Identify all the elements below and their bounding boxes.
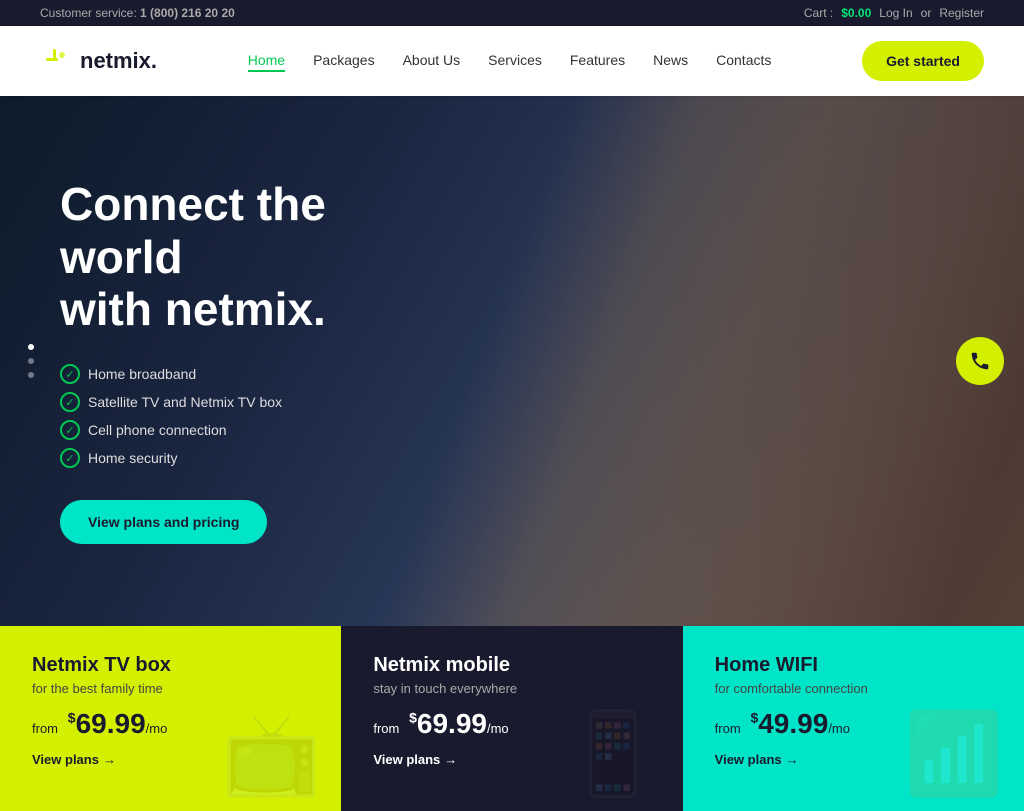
check-icon-4: ✓ bbox=[60, 448, 80, 468]
check-icon-2: ✓ bbox=[60, 392, 80, 412]
topbar-right: Cart : $0.00 Log In or Register bbox=[804, 6, 984, 20]
cart-label: Cart : bbox=[804, 6, 833, 20]
get-started-button[interactable]: Get started bbox=[862, 41, 984, 81]
check-icon-1: ✓ bbox=[60, 364, 80, 384]
hero-features-list: ✓ Home broadband ✓ Satellite TV and Netm… bbox=[60, 364, 460, 468]
feature-item-1: ✓ Home broadband bbox=[60, 364, 460, 384]
wifi-card-title: Home WIFI bbox=[715, 654, 992, 677]
hero-title: Connect the world with netmix. bbox=[60, 178, 460, 337]
hero-content: Connect the world with netmix. ✓ Home br… bbox=[0, 178, 520, 545]
wifi-card-subtitle: for comfortable connection bbox=[715, 681, 992, 696]
customer-service: Customer service: 1 (800) 216 20 20 bbox=[40, 6, 235, 20]
register-link[interactable]: Register bbox=[939, 6, 984, 20]
logo-text: netmix. bbox=[80, 48, 157, 74]
cart-amount: $0.00 bbox=[841, 6, 871, 20]
tv-card-title: Netmix TV box bbox=[32, 654, 309, 677]
nav-item-services[interactable]: Services bbox=[488, 52, 542, 70]
nav-links: Home Packages About Us Services Features… bbox=[248, 52, 772, 70]
or-separator: or bbox=[921, 6, 932, 20]
arrow-icon-tv: → bbox=[103, 752, 116, 767]
mobile-bg-icon: 📱 bbox=[563, 707, 663, 801]
phone-icon bbox=[969, 350, 991, 372]
arrow-icon-wifi: → bbox=[786, 752, 799, 767]
check-icon-3: ✓ bbox=[60, 420, 80, 440]
feature-item-3: ✓ Cell phone connection bbox=[60, 420, 460, 440]
tv-bg-icon: 📺 bbox=[222, 707, 322, 801]
nav-item-packages[interactable]: Packages bbox=[313, 52, 374, 70]
pricing-card-tv: Netmix TV box for the best family time f… bbox=[0, 626, 341, 811]
hero-dots bbox=[28, 344, 34, 378]
dot-2[interactable] bbox=[28, 358, 34, 364]
nav-item-features[interactable]: Features bbox=[570, 52, 625, 70]
view-plans-button[interactable]: View plans and pricing bbox=[60, 500, 267, 544]
customer-service-label: Customer service: bbox=[40, 6, 137, 20]
feature-item-2: ✓ Satellite TV and Netmix TV box bbox=[60, 392, 460, 412]
mobile-card-subtitle: stay in touch everywhere bbox=[373, 681, 650, 696]
nav-item-contacts[interactable]: Contacts bbox=[716, 52, 771, 70]
nav-item-about[interactable]: About Us bbox=[403, 52, 461, 70]
login-link[interactable]: Log In bbox=[879, 6, 912, 20]
logo-icon bbox=[40, 45, 72, 77]
pricing-card-wifi: Home WIFI for comfortable connection fro… bbox=[683, 626, 1024, 811]
customer-service-phone: 1 (800) 216 20 20 bbox=[140, 6, 235, 20]
nav-item-news[interactable]: News bbox=[653, 52, 688, 70]
topbar: Customer service: 1 (800) 216 20 20 Cart… bbox=[0, 0, 1024, 26]
navbar: netmix. Home Packages About Us Services … bbox=[0, 26, 1024, 96]
dot-1[interactable] bbox=[28, 344, 34, 350]
logo[interactable]: netmix. bbox=[40, 45, 157, 77]
feature-item-4: ✓ Home security bbox=[60, 448, 460, 468]
pricing-card-mobile: Netmix mobile stay in touch everywhere f… bbox=[341, 626, 682, 811]
mobile-card-title: Netmix mobile bbox=[373, 654, 650, 677]
phone-button[interactable] bbox=[956, 337, 1004, 385]
pricing-section: Netmix TV box for the best family time f… bbox=[0, 626, 1024, 811]
tv-card-subtitle: for the best family time bbox=[32, 681, 309, 696]
nav-item-home[interactable]: Home bbox=[248, 52, 285, 70]
wifi-bg-icon: 📶 bbox=[904, 707, 1004, 801]
dot-3[interactable] bbox=[28, 372, 34, 378]
hero-section: Connect the world with netmix. ✓ Home br… bbox=[0, 96, 1024, 626]
arrow-icon-mobile: → bbox=[444, 752, 457, 767]
